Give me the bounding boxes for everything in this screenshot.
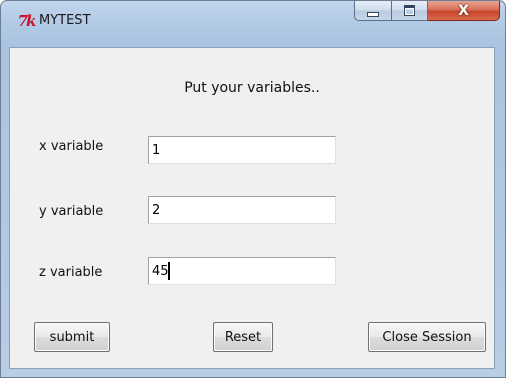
close-icon: X (458, 2, 469, 19)
z-variable-input[interactable] (148, 257, 336, 285)
app-window: 7k MYTEST X Put your variables.. x varia… (0, 0, 506, 378)
y-variable-input[interactable] (148, 196, 336, 224)
form-heading: Put your variables.. (184, 80, 320, 96)
submit-button[interactable]: submit (34, 322, 110, 352)
caption-buttons: X (354, 1, 500, 23)
x-variable-input[interactable] (148, 136, 336, 164)
text-cursor (168, 262, 170, 280)
x-variable-label: x variable (39, 139, 104, 154)
tk-feather-icon[interactable]: 7k (15, 11, 37, 31)
client-area: Put your variables.. x variable y variab… (9, 47, 495, 369)
close-window-button[interactable]: X (428, 1, 500, 21)
window-title: MYTEST (39, 13, 91, 28)
y-variable-label: y variable (39, 204, 104, 219)
minimize-icon (367, 12, 379, 17)
maximize-button[interactable] (392, 1, 428, 21)
minimize-button[interactable] (354, 1, 392, 21)
close-session-button[interactable]: Close Session (368, 322, 486, 352)
z-variable-label: z variable (39, 265, 103, 280)
title-bar[interactable]: 7k MYTEST X (1, 1, 505, 47)
reset-button[interactable]: Reset (213, 322, 273, 352)
maximize-icon (404, 5, 415, 16)
